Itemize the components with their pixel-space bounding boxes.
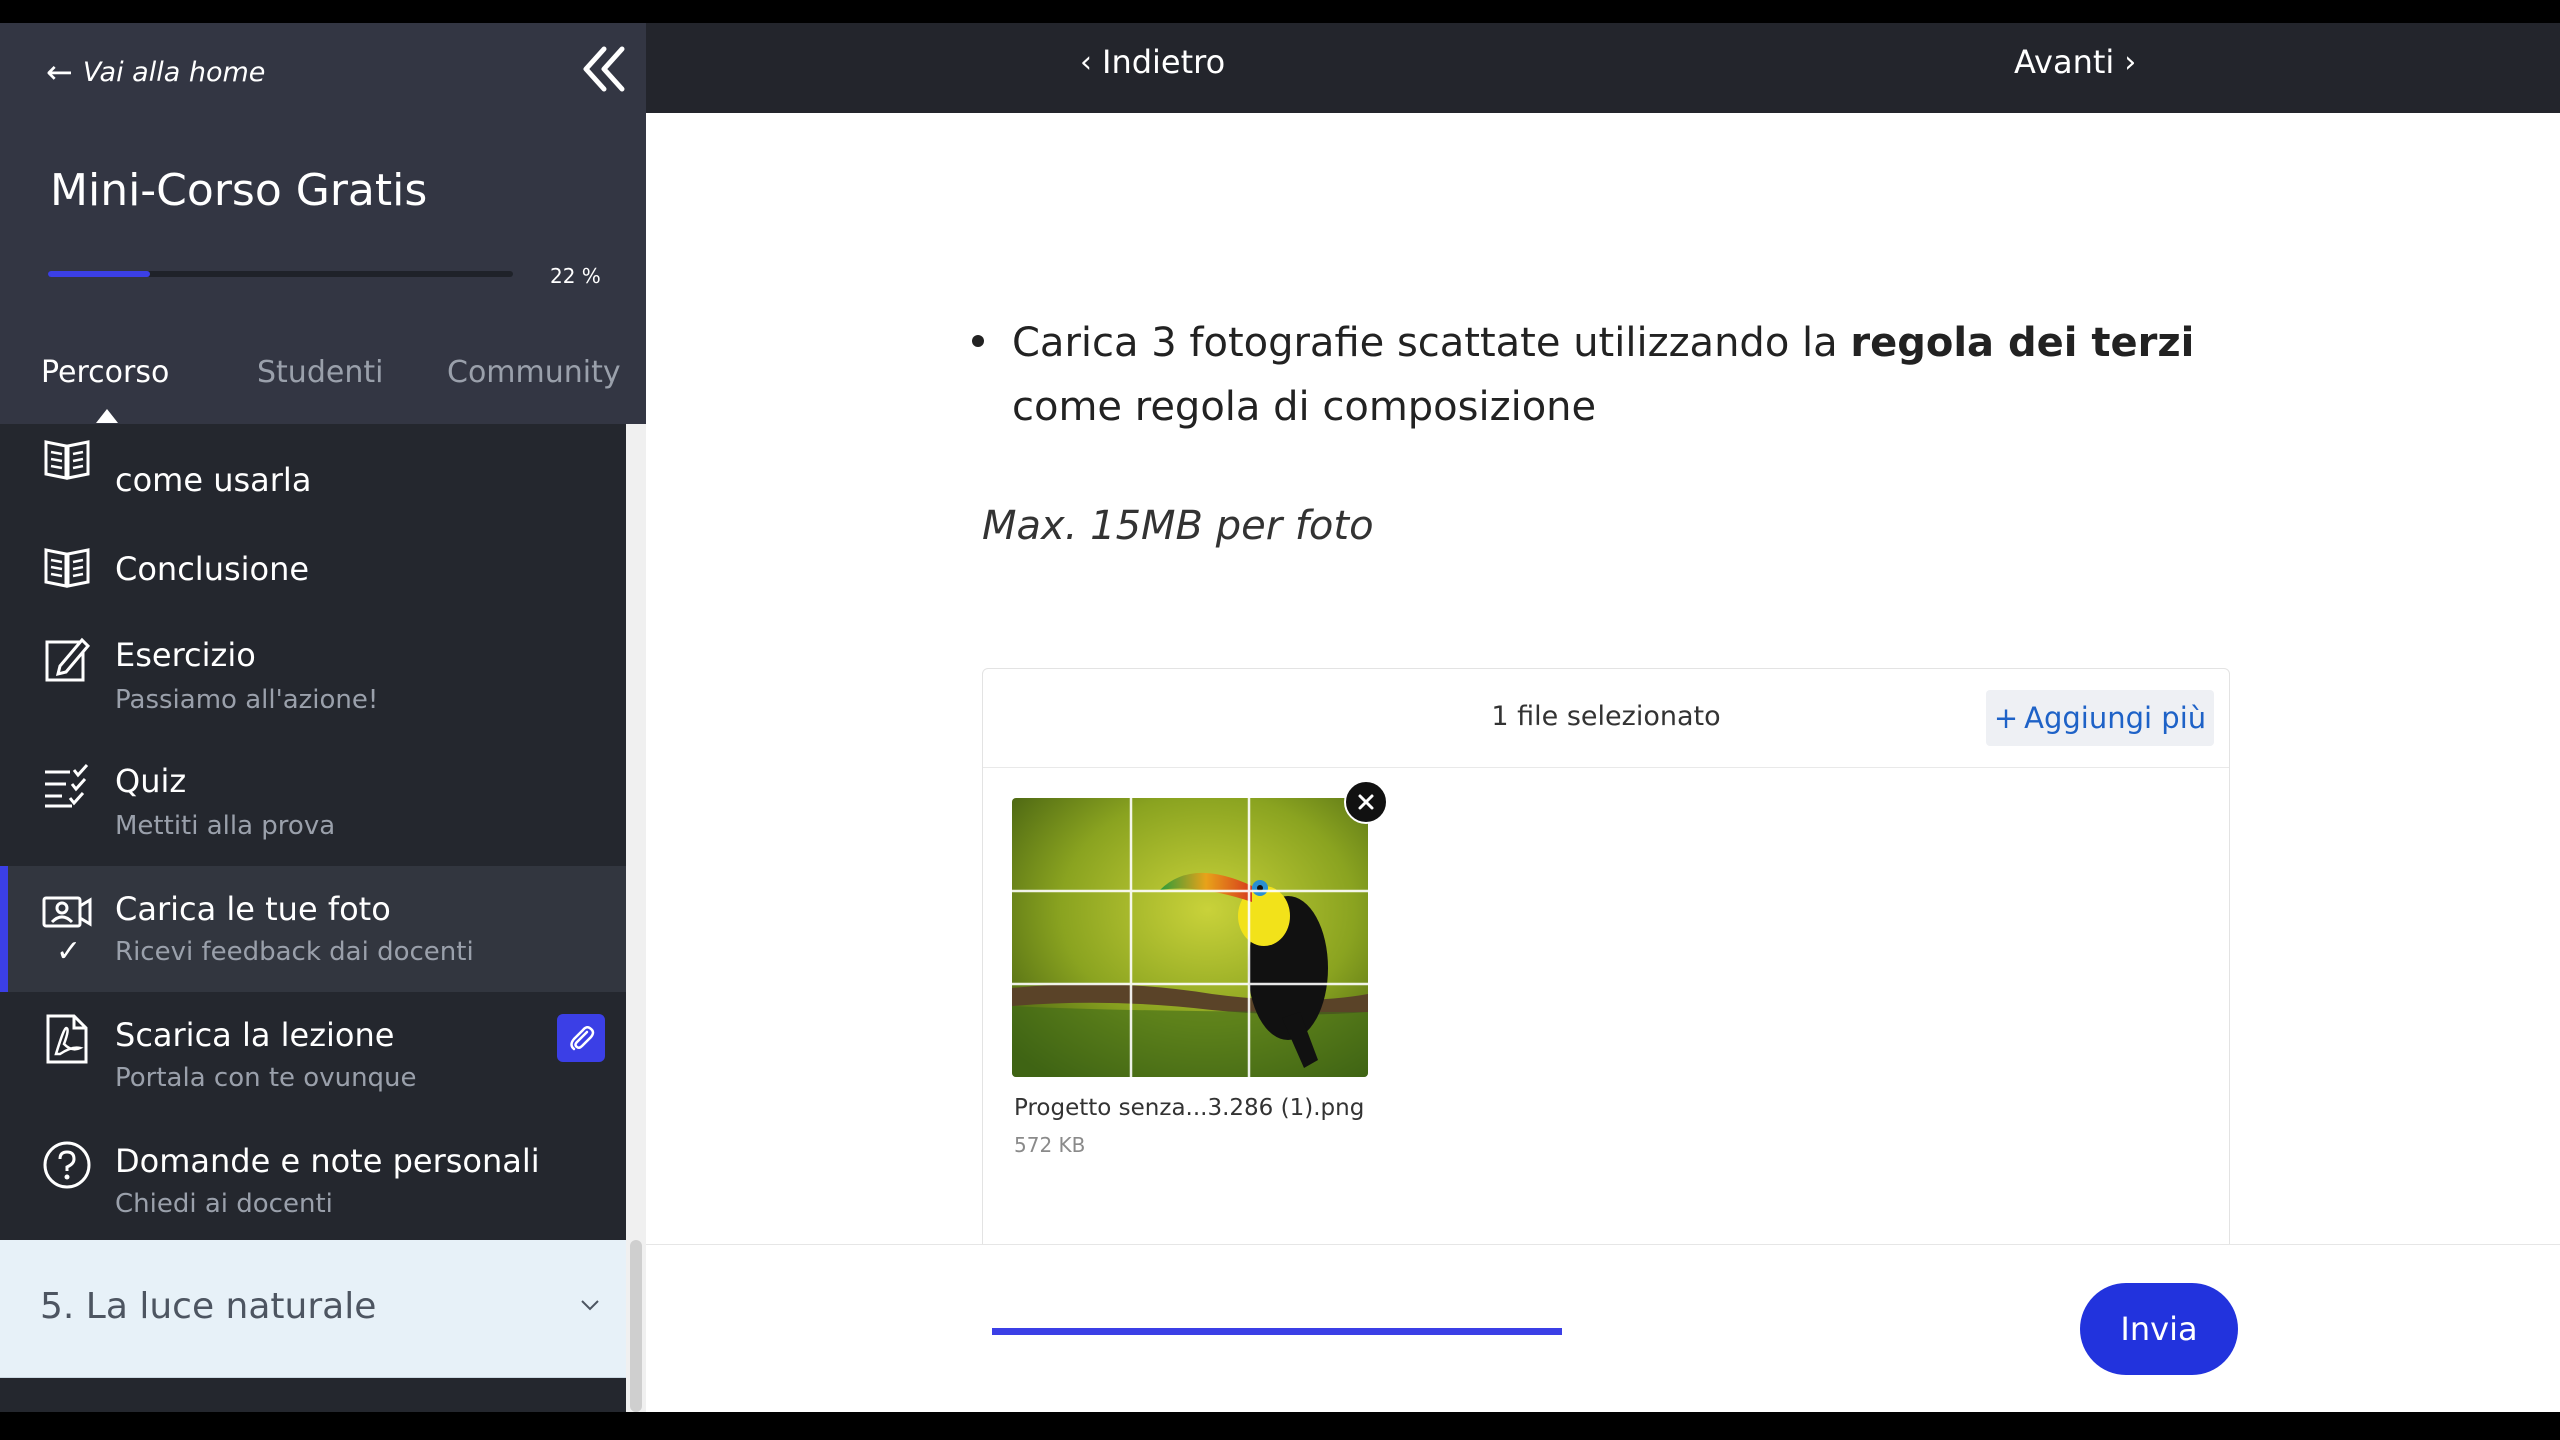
lesson-title: Scarica la lezione <box>115 1016 395 1054</box>
sidebar-scrollbar[interactable] <box>626 424 646 1412</box>
lesson-subtitle: Ricevi feedback dai docenti <box>115 937 474 967</box>
section-accordion-luce-naturale[interactable]: 5. La luce naturale <box>0 1240 626 1378</box>
lesson-list: come usarla Conclusione Esercizio Passia… <box>0 424 626 1240</box>
toucan-photo-image <box>1012 798 1368 1077</box>
tab-studenti[interactable]: Studenti <box>257 355 383 390</box>
question-circle-icon <box>43 1141 91 1189</box>
add-more-label: Aggiungi più <box>2024 701 2207 735</box>
chevron-down-icon <box>581 1300 599 1311</box>
sidebar-tabs: Percorso Studenti Community <box>0 355 646 415</box>
lesson-item-partial[interactable]: come usarla <box>0 424 626 521</box>
lesson-title: come usarla <box>115 461 312 499</box>
plus-icon: + <box>1993 701 2019 735</box>
upload-limit-note: Max. 15MB per foto <box>982 503 1374 549</box>
paperclip-icon <box>570 1026 595 1051</box>
prev-lesson-label: Indietro <box>1102 43 1226 81</box>
remove-file-button[interactable] <box>1344 780 1388 824</box>
lesson-item-quiz[interactable]: Quiz Mettiti alla prova <box>0 740 626 867</box>
lesson-navigation-bar: ‹ Indietro Avanti › <box>646 23 2560 113</box>
upload-footer: Invia <box>646 1244 2560 1412</box>
attachment-button[interactable] <box>557 1014 605 1062</box>
lesson-item-esercizio[interactable]: Esercizio Passiamo all'azione! <box>0 614 626 741</box>
lesson-subtitle: Mettiti alla prova <box>115 811 336 841</box>
next-lesson-label: Avanti <box>2014 43 2115 81</box>
lesson-title: Domande e note personali <box>115 1142 540 1180</box>
instruction-text-end: come regola di composizione <box>1012 384 1597 430</box>
pdf-icon <box>46 1014 88 1064</box>
lesson-item-scarica[interactable]: Scarica la lezione Portala con te ovunqu… <box>0 992 626 1119</box>
file-size: 572 KB <box>1014 1133 1086 1157</box>
course-progress-bar <box>48 271 513 277</box>
add-more-button[interactable]: + Aggiungi più <box>1986 690 2214 746</box>
app-screen: ← Vai alla home Mini-Corso Gratis 22 % P… <box>0 23 2560 1412</box>
lesson-title: Conclusione <box>115 550 310 588</box>
lesson-subtitle: Chiedi ai docenti <box>115 1189 333 1219</box>
upload-progress-bar <box>992 1328 1562 1335</box>
instruction-text-bold: regola dei terzi <box>1850 320 2195 366</box>
file-name: Progetto senza...3.286 (1).png <box>1014 1095 1365 1121</box>
tab-percorso[interactable]: Percorso <box>41 355 169 390</box>
submit-button[interactable]: Invia <box>2080 1283 2238 1375</box>
close-icon <box>1358 794 1374 810</box>
chevron-left-icon: ‹ <box>1080 44 1092 80</box>
home-link-label: Vai alla home <box>82 56 266 88</box>
prev-lesson-button[interactable]: ‹ Indietro <box>1080 43 1225 81</box>
lesson-subtitle: Passiamo all'azione! <box>115 685 379 715</box>
bullet-point <box>972 335 984 347</box>
file-uploader: 1 file selezionato + Aggiungi più Proget… <box>982 668 2230 1270</box>
book-icon <box>44 548 90 588</box>
completed-check-icon: ✓ <box>56 934 82 969</box>
lesson-title: Carica le tue foto <box>115 890 391 928</box>
lesson-item-domande[interactable]: Domande e note personali Chiedi ai docen… <box>0 1118 626 1240</box>
book-icon <box>44 440 90 480</box>
course-progress-label: 22 % <box>550 264 601 288</box>
section-label: 5. La luce naturale <box>40 1286 377 1327</box>
lesson-subtitle: Portala con te ovunque <box>115 1063 417 1093</box>
course-sidebar: ← Vai alla home Mini-Corso Gratis 22 % P… <box>0 23 646 1412</box>
arrow-left-icon: ← <box>46 53 73 91</box>
uploader-header: 1 file selezionato + Aggiungi più <box>983 669 2229 768</box>
next-lesson-button[interactable]: Avanti › <box>2014 43 2136 81</box>
pencil-square-icon <box>45 637 91 682</box>
tab-community[interactable]: Community <box>447 355 621 390</box>
chevron-right-icon: › <box>2124 44 2137 80</box>
instruction-text: Carica 3 fotografie scattate utilizzando… <box>1012 311 2212 439</box>
home-link[interactable]: ← Vai alla home <box>46 53 265 91</box>
sidebar-scrollbar-thumb[interactable] <box>630 1240 642 1412</box>
lesson-item-carica-foto[interactable]: ✓ Carica le tue foto Ricevi feedback dai… <box>0 866 626 993</box>
sidebar-header: ← Vai alla home Mini-Corso Gratis 22 % P… <box>0 23 646 424</box>
collapse-sidebar-icon[interactable] <box>580 43 628 95</box>
active-tab-caret <box>96 409 118 423</box>
lesson-title: Quiz <box>115 762 187 800</box>
file-thumbnail <box>1012 798 1368 1077</box>
checklist-icon <box>45 763 89 808</box>
course-progress-fill <box>48 271 151 277</box>
lesson-title: Esercizio <box>115 636 256 674</box>
course-title: Mini-Corso Gratis <box>50 165 428 216</box>
instruction-text-start: Carica 3 fotografie scattate utilizzando… <box>1012 320 1851 366</box>
lesson-item-conclusione[interactable]: Conclusione <box>0 520 626 615</box>
lesson-content: Carica 3 fotografie scattate utilizzando… <box>646 113 2560 1270</box>
